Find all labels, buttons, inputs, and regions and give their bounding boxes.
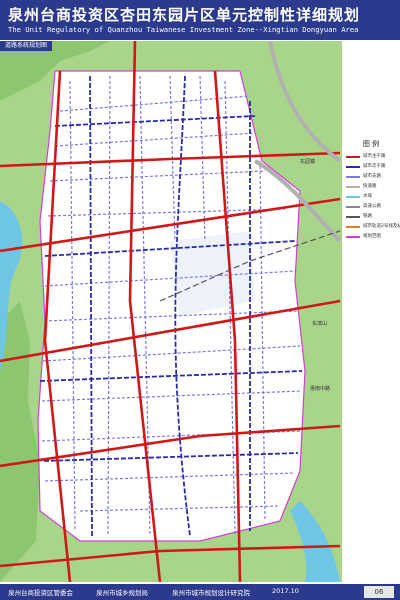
legend-label: 城市次干路 <box>363 164 386 169</box>
legend-label: 城市轨道2号线及站点 <box>363 224 400 229</box>
footer-org: 泉州市城乡规划局 <box>96 589 148 597</box>
legend-item: 水域 <box>346 193 400 201</box>
legend-label: 铁路 <box>363 214 372 219</box>
legend-item: 城市次干路 <box>346 163 400 171</box>
sheet-number: 06 <box>364 586 394 598</box>
legend-heading: 图 例 <box>362 140 380 148</box>
footer-org: 泉州台商投资区管委会 <box>8 589 73 597</box>
legend-item: 城市轨道2号线及站点 <box>346 223 400 231</box>
map-subtitle: The Unit Regulatory of Quanzhou Taiwanes… <box>8 25 359 34</box>
footer-date: 2017.10 <box>272 587 299 595</box>
legend-swatch <box>346 206 360 208</box>
legend-label: 规划范围 <box>363 234 381 239</box>
legend-label: 快速路 <box>363 184 377 189</box>
legend-item: 规划范围 <box>346 233 400 241</box>
legend-label: 水域 <box>363 194 372 199</box>
legend-label: 高速公路 <box>363 204 381 209</box>
legend-label: 城市支路 <box>363 174 381 179</box>
legend-swatch <box>346 236 360 238</box>
sheet-label: 道路系统规划图 <box>0 41 52 51</box>
title-bar: 泉州台商投资区杏田东园片区单元控制性详细规划 The Unit Regulato… <box>0 0 400 40</box>
legend-swatch <box>346 156 360 158</box>
map-title: 泉州台商投资区杏田东园片区单元控制性详细规划 <box>8 6 361 24</box>
legend-item: 铁路 <box>346 213 400 221</box>
footer-bar: 泉州台商投资区管委会 泉州市城乡规划局 泉州市城市规划设计研究院 2017.10 <box>0 584 400 600</box>
legend-swatch <box>346 216 360 218</box>
road-system-map <box>0 41 400 582</box>
legend-item: 高速公路 <box>346 203 400 211</box>
legend-swatch <box>346 176 360 178</box>
place-label: 惠南中路 <box>310 386 331 392</box>
place-label: 东园镇 <box>300 159 316 165</box>
legend-label: 城市主干路 <box>363 154 386 159</box>
legend-swatch <box>346 196 360 198</box>
legend-item: 快速路 <box>346 183 400 191</box>
legend-swatch <box>346 186 360 188</box>
legend-swatch <box>346 166 360 168</box>
legend-swatch <box>346 226 360 228</box>
legend-panel: 图 例 城市主干路 城市次干路 城市支路 快速路 水域 高速公路 铁路 城市轨道… <box>342 41 400 582</box>
footer-org: 泉州市城市规划设计研究院 <box>172 589 250 597</box>
place-label: 东滨山 <box>312 321 328 327</box>
legend-item: 城市主干路 <box>346 153 400 161</box>
legend-item: 城市支路 <box>346 173 400 181</box>
